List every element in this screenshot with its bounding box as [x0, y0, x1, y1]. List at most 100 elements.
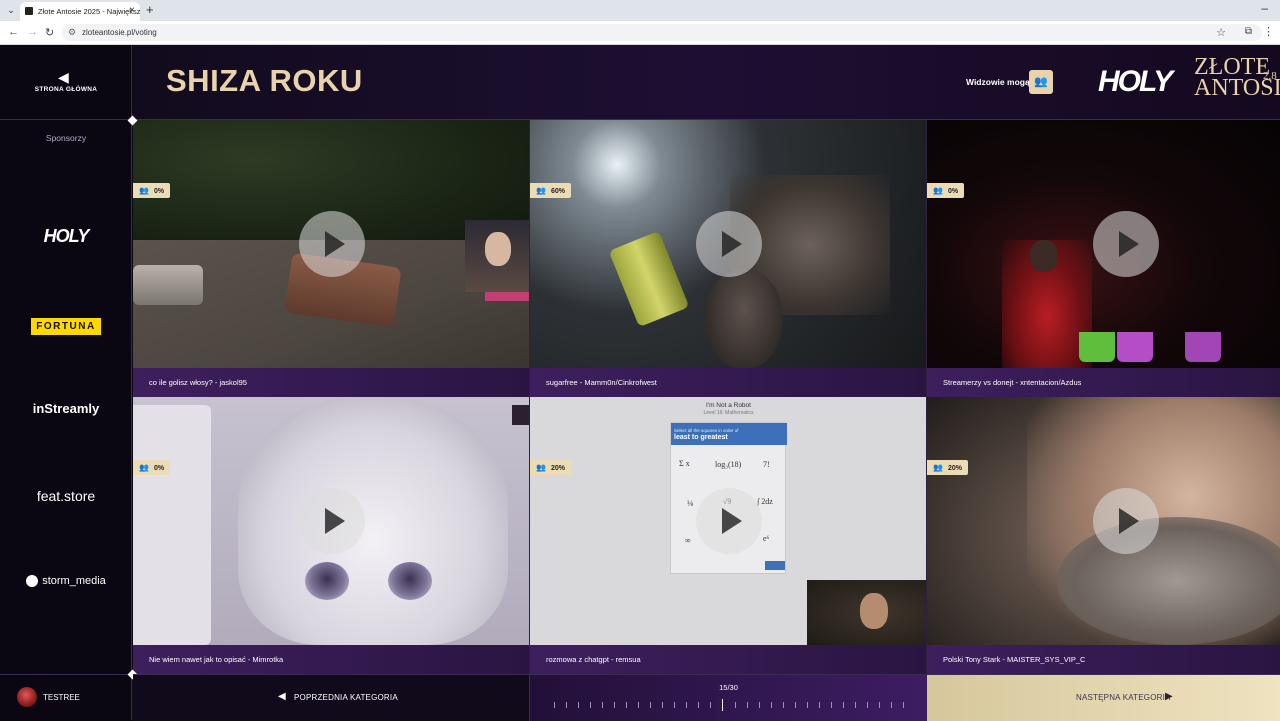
forward-icon[interactable]: → [27, 26, 38, 38]
vote-percent-badge: 👥 0% [133, 460, 171, 475]
vote-percent: 0% [153, 465, 165, 472]
users-icon: 👥 [139, 463, 149, 472]
progress-ticks [554, 699, 904, 711]
browser-tab[interactable]: Złote Antosie 2025 - Największ × [20, 2, 140, 21]
progress-tick [891, 702, 892, 708]
play-icon [325, 231, 345, 257]
progress-tick [626, 702, 627, 708]
tab-search-icon[interactable]: ⌄ [4, 3, 18, 17]
play-button[interactable] [299, 488, 365, 554]
video-caption: rozmowa z chatgpt - remsua [530, 645, 926, 674]
progress-tick [795, 702, 796, 708]
video-tile[interactable]: 👥 0% co ile golisz włosy? - jaskol95 [133, 120, 530, 397]
sponsor-storm-label: storm_media [42, 575, 106, 587]
play-button[interactable] [299, 211, 365, 277]
progress-tick [819, 702, 820, 708]
progress-tick [855, 702, 856, 708]
users-icon: 👥 [933, 186, 943, 195]
progress-count: 15/30 [719, 683, 738, 692]
avatar [17, 687, 37, 707]
progress-tick [759, 702, 760, 708]
voting-page: ◀ STRONA GŁÓWNA Sponsorzy HOLY FORTUNA i… [0, 45, 1280, 721]
storm-icon [26, 575, 39, 588]
captcha-card-header: Select all the squares in order of least… [671, 423, 787, 445]
menu-more-icon[interactable]: ⋮ [1263, 25, 1274, 38]
vote-percent: 60% [550, 188, 565, 195]
logo-year: 2.8 [1263, 70, 1277, 82]
arrow-right-icon: ▶ [1165, 691, 1173, 702]
captcha-instruction-main: least to greatest [674, 434, 728, 441]
category-title: SHIZA ROKU [166, 63, 363, 98]
viewers-users-icon[interactable]: 👥 [1029, 70, 1053, 94]
sponsor-holy-logo[interactable]: HOLY [0, 226, 132, 247]
progress-tick [674, 702, 675, 708]
progress-tick [867, 702, 868, 708]
progress-tick [807, 702, 808, 708]
users-icon: 👥 [933, 463, 943, 472]
progress-tick-current [722, 699, 723, 711]
sponsor-instreamly-logo[interactable]: inStreamly [0, 401, 132, 416]
video-caption: Polski Tony Stark - MAISTER_SYS_VIP_C [927, 645, 1280, 674]
category-navigation: ◀ POPRZEDNIA KATEGORIA 15/30 NASTĘPNA KA… [133, 674, 1280, 721]
play-icon [722, 231, 742, 257]
next-category-button[interactable]: NASTĘPNA KATEGORIA ▶ [927, 675, 1280, 721]
play-icon [1119, 231, 1139, 257]
progress-tick [710, 702, 711, 708]
video-tile[interactable]: I'm Not a Robot Level 16: Mathematics Se… [530, 397, 927, 674]
progress-tick [843, 702, 844, 708]
progress-tick [566, 702, 567, 708]
tab-close-icon[interactable]: × [129, 5, 135, 16]
vote-percent: 0% [947, 188, 959, 195]
site-favicon-icon [25, 7, 33, 15]
vote-percent-badge: 👥 0% [133, 183, 171, 198]
video-tile[interactable]: 👥 60% sugarfree - Mamm0n/Cinkrofwest [530, 120, 927, 397]
back-icon[interactable]: ← [8, 26, 19, 38]
progress-tick [831, 702, 832, 708]
home-label: STRONA GŁÓWNA [34, 86, 98, 93]
play-button[interactable] [696, 211, 762, 277]
bookmark-star-icon[interactable]: ☆ [1216, 26, 1226, 39]
play-button[interactable] [1093, 488, 1159, 554]
video-tile[interactable]: 👥 0% Streamerzy vs donejt - xntentacion/A… [927, 120, 1280, 397]
progress-tick [638, 702, 639, 708]
video-tile[interactable]: 👥 0% Nie wiem nawet jak to opisać - Mimro… [133, 397, 530, 674]
sponsor-featstore-logo[interactable]: feat.store [0, 488, 132, 504]
category-progress: 15/30 [530, 675, 927, 721]
progress-tick [783, 702, 784, 708]
progress-tick [879, 702, 880, 708]
vote-percent-badge: 👥 0% [927, 183, 965, 198]
play-button[interactable] [1093, 211, 1159, 277]
previous-category-label: POPRZEDNIA KATEGORIA [294, 693, 398, 702]
previous-category-button[interactable]: ◀ POPRZEDNIA KATEGORIA [133, 675, 530, 721]
progress-tick [554, 702, 555, 708]
video-caption: Nie wiem nawet jak to opisać - Mimrotka [133, 645, 529, 674]
progress-tick [686, 702, 687, 708]
url-field[interactable]: ⚙ zloteantosie.pl/voting [62, 24, 1262, 41]
users-icon: 👥 [536, 186, 546, 195]
user-profile[interactable]: TESTREE [0, 674, 132, 720]
home-link[interactable]: ◀ STRONA GŁÓWNA [0, 45, 132, 120]
new-tab-icon[interactable]: + [146, 2, 154, 17]
browser-tab-bar: ⌄ Złote Antosie 2025 - Największ × + – [0, 0, 1280, 21]
sponsor-fortuna-logo[interactable]: FORTUNA [0, 316, 132, 335]
address-bar: ← → ↻ ⚙ zloteantosie.pl/voting ☆ ⧉ ⋮ [0, 21, 1280, 45]
video-caption: sugarfree - Mamm0n/Cinkrofwest [530, 368, 926, 397]
arrow-left-icon: ◀ [278, 691, 286, 702]
category-header: SHIZA ROKU Widzowie mogą 👥 HOLY ZŁOTE AN… [133, 45, 1280, 120]
captcha-verify-button [765, 561, 785, 570]
video-tile[interactable]: 👥 20% Polski Tony Stark - MAISTER_SYS_VIP… [927, 397, 1280, 674]
progress-tick [698, 702, 699, 708]
extensions-icon[interactable]: ⧉ [1245, 26, 1252, 37]
play-button[interactable] [696, 488, 762, 554]
sponsor-stormmedia-logo[interactable]: storm_media [0, 575, 132, 588]
vote-percent-badge: 👥 20% [927, 460, 968, 475]
vote-percent: 20% [550, 465, 565, 472]
site-info-icon[interactable]: ⚙ [68, 27, 76, 38]
video-caption: co ile golisz włosy? - jaskol95 [133, 368, 529, 397]
play-icon [1119, 508, 1139, 534]
reload-icon[interactable]: ↻ [45, 26, 54, 39]
holy-logo: HOLY [1098, 65, 1173, 98]
video-caption: Streamerzy vs donejt - xntentacion/Azdus [927, 368, 1280, 397]
username: TESTREE [43, 693, 80, 702]
window-minimize-icon[interactable]: – [1261, 1, 1268, 15]
